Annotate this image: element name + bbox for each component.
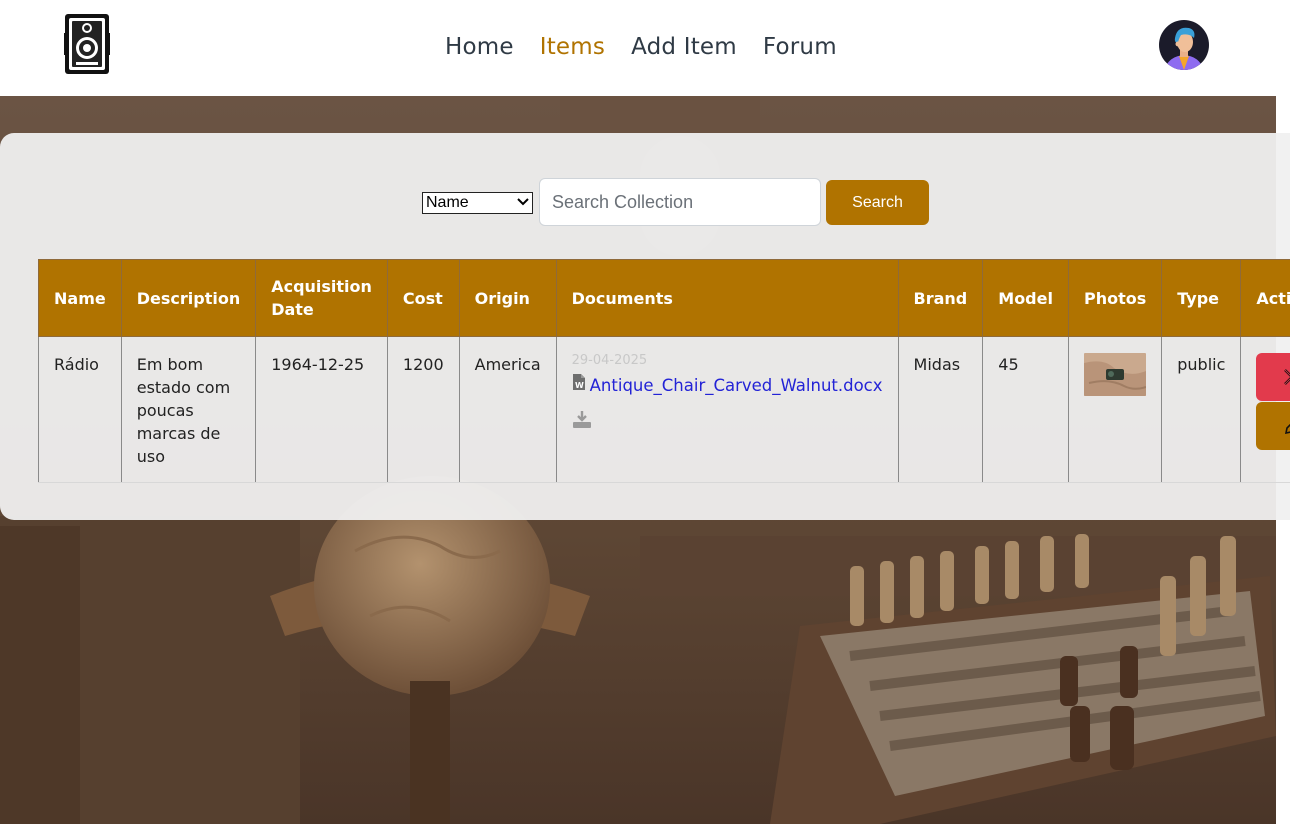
nav-link-forum[interactable]: Forum — [763, 34, 837, 60]
column-header-brand: Brand — [897, 259, 984, 337]
cell-model: 45 — [982, 336, 1069, 483]
column-header-type: Type — [1161, 259, 1242, 337]
document-link[interactable]: Antique_Chair_Carved_Walnut.docx — [590, 374, 883, 397]
pencil-icon — [1283, 416, 1290, 439]
column-header-name: Name — [38, 259, 122, 337]
cell-brand: Midas — [897, 336, 984, 483]
column-header-actions: Actions — [1240, 259, 1290, 337]
chevron-down-icon — [517, 194, 529, 212]
close-icon — [1283, 368, 1290, 389]
cell-origin: America — [458, 336, 557, 483]
search-filter-select[interactable]: Name — [422, 192, 533, 214]
collection-panel: Name Search Name Description Acquisition… — [0, 133, 1290, 520]
search-button[interactable]: Search — [826, 180, 929, 225]
table-header-row: Name Description Acquisition Date Cost O… — [38, 259, 1290, 337]
cell-cost: 1200 — [386, 336, 460, 483]
column-header-description: Description — [120, 259, 257, 337]
column-header-acquisition-date: Acquisition Date — [255, 259, 388, 337]
cell-documents: 29-04-2025 W Antique_Chair_Carved_Walnut… — [555, 336, 899, 483]
cell-photos — [1067, 336, 1163, 483]
table-row: Rádio Em bom estado com poucas marcas de… — [38, 336, 1290, 483]
column-header-model: Model — [982, 259, 1069, 337]
column-header-origin: Origin — [458, 259, 557, 337]
document-date: 29-04-2025 — [571, 353, 648, 368]
column-header-documents: Documents — [555, 259, 899, 337]
items-table: Name Description Acquisition Date Cost O… — [38, 259, 1290, 483]
user-avatar[interactable] — [1159, 20, 1209, 70]
download-icon[interactable] — [572, 409, 592, 429]
navbar: Home Items Add Item Forum — [0, 0, 1295, 96]
nav-link-home[interactable]: Home — [445, 34, 514, 60]
item-photo-thumbnail[interactable] — [1083, 353, 1146, 396]
nav-link-items[interactable]: Items — [540, 34, 605, 60]
camera-logo-icon[interactable] — [64, 13, 110, 75]
column-header-photos: Photos — [1067, 259, 1163, 337]
search-filter-value: Name — [426, 194, 469, 211]
cell-type: public — [1161, 336, 1242, 483]
svg-text:W: W — [575, 381, 584, 390]
cell-name: Rádio — [38, 336, 122, 483]
column-header-cost: Cost — [386, 259, 460, 337]
document-entry: W Antique_Chair_Carved_Walnut.docx — [572, 373, 883, 397]
delete-button[interactable] — [1256, 353, 1290, 401]
cell-description: Em bom estado com poucas marcas de uso — [120, 336, 257, 483]
cell-acquisition-date: 1964-12-25 — [255, 336, 388, 483]
cell-actions — [1240, 336, 1290, 483]
search-input[interactable] — [539, 178, 821, 226]
word-file-icon: W — [572, 373, 586, 397]
edit-button[interactable] — [1256, 402, 1290, 450]
main-nav: Home Items Add Item Forum — [445, 34, 837, 60]
nav-link-add-item[interactable]: Add Item — [631, 34, 737, 60]
